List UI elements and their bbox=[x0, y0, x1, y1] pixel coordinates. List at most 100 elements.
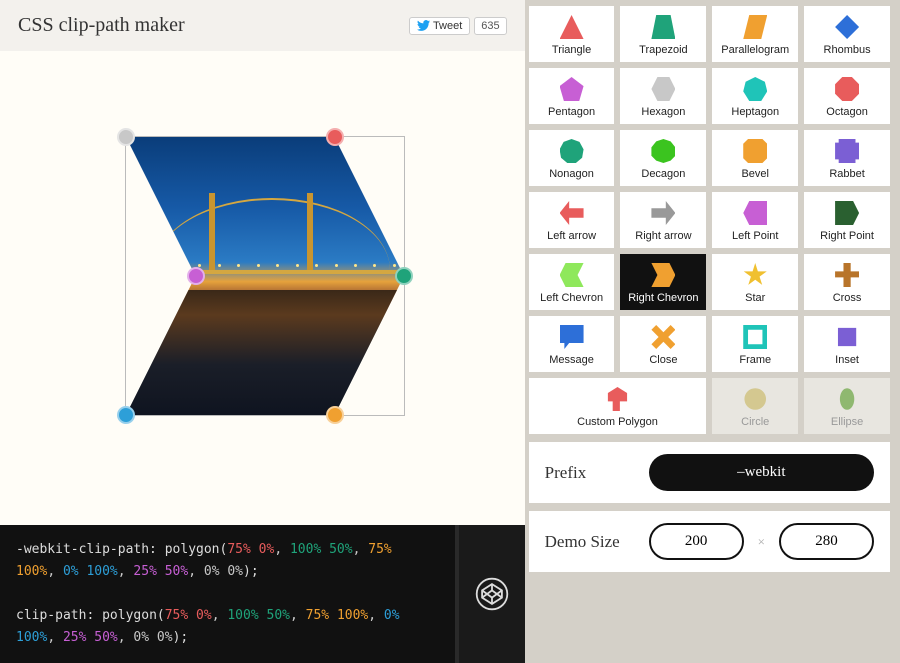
shape-left-chevron[interactable]: Left Chevron bbox=[529, 254, 615, 310]
trapezoid-icon bbox=[650, 14, 676, 40]
rhombus-icon bbox=[834, 14, 860, 40]
shape-label: Rhombus bbox=[824, 44, 871, 56]
clip-handle[interactable] bbox=[395, 267, 413, 285]
shape-label: Triangle bbox=[552, 44, 591, 56]
pentagon-icon bbox=[559, 76, 585, 102]
shape-left-arrow[interactable]: Left arrow bbox=[529, 192, 615, 248]
shape-label: Bevel bbox=[741, 168, 769, 180]
prefix-panel: Prefix –webkit bbox=[529, 442, 890, 503]
right-arrow-icon bbox=[650, 200, 676, 226]
clip-handle[interactable] bbox=[117, 128, 135, 146]
shape-label: Right Point bbox=[820, 230, 874, 242]
shape-decagon[interactable]: Decagon bbox=[620, 130, 706, 186]
demo-size-panel: Demo Size × bbox=[529, 511, 890, 572]
codepen-button[interactable] bbox=[455, 525, 525, 663]
shape-message[interactable]: Message bbox=[529, 316, 615, 372]
clip-handle[interactable] bbox=[326, 406, 344, 424]
shape-label: Left Chevron bbox=[540, 292, 603, 304]
left-arrow-icon bbox=[559, 200, 585, 226]
clip-bounding-box bbox=[125, 136, 405, 416]
parallelogram-icon bbox=[742, 14, 768, 40]
clip-handle[interactable] bbox=[326, 128, 344, 146]
clipped-image bbox=[126, 137, 404, 415]
demo-height-input[interactable] bbox=[779, 523, 874, 560]
shape-pentagon[interactable]: Pentagon bbox=[529, 68, 615, 124]
canvas[interactable] bbox=[0, 51, 525, 525]
shape-left-point[interactable]: Left Point bbox=[712, 192, 798, 248]
bevel-icon bbox=[742, 138, 768, 164]
shape-label: Cross bbox=[833, 292, 862, 304]
tweet-group: Tweet 635 bbox=[409, 17, 507, 35]
shape-triangle[interactable]: Triangle bbox=[529, 6, 615, 62]
shape-label: Close bbox=[649, 354, 677, 366]
shape-label: Rabbet bbox=[829, 168, 864, 180]
code-output[interactable]: -webkit-clip-path: polygon(75% 0%, 100% … bbox=[0, 525, 455, 663]
shape-label: Right Chevron bbox=[628, 292, 698, 304]
shape-circle: Circle bbox=[712, 378, 798, 434]
shape-label: Hexagon bbox=[641, 106, 685, 118]
frame-icon bbox=[742, 324, 768, 350]
shape-trapezoid[interactable]: Trapezoid bbox=[620, 6, 706, 62]
shape-heptagon[interactable]: Heptagon bbox=[712, 68, 798, 124]
ellipse-icon bbox=[834, 386, 860, 412]
inset-icon bbox=[834, 324, 860, 350]
shape-label: Octagon bbox=[826, 106, 868, 118]
cross-icon bbox=[834, 262, 860, 288]
shape-bevel[interactable]: Bevel bbox=[712, 130, 798, 186]
tweet-button[interactable]: Tweet bbox=[409, 17, 470, 35]
shape-custom-polygon[interactable]: Custom Polygon bbox=[529, 378, 707, 434]
triangle-icon bbox=[559, 14, 585, 40]
right-chevron-icon bbox=[650, 262, 676, 288]
shape-label: Circle bbox=[741, 416, 769, 428]
shape-label: Pentagon bbox=[548, 106, 595, 118]
demo-size-label: Demo Size bbox=[545, 532, 635, 552]
prefix-label: Prefix bbox=[545, 463, 635, 483]
shape-label: Left Point bbox=[732, 230, 778, 242]
shape-star[interactable]: Star bbox=[712, 254, 798, 310]
shape-label: Star bbox=[745, 292, 765, 304]
shape-right-point[interactable]: Right Point bbox=[804, 192, 890, 248]
demo-width-input[interactable] bbox=[649, 523, 744, 560]
clip-handle[interactable] bbox=[187, 267, 205, 285]
octagon-icon bbox=[834, 76, 860, 102]
shape-inset[interactable]: Inset bbox=[804, 316, 890, 372]
shape-label: Inset bbox=[835, 354, 859, 366]
shape-label: Heptagon bbox=[731, 106, 779, 118]
twitter-icon bbox=[417, 20, 430, 31]
shape-octagon[interactable]: Octagon bbox=[804, 68, 890, 124]
star-icon bbox=[742, 262, 768, 288]
shape-cross[interactable]: Cross bbox=[804, 254, 890, 310]
custom-polygon-icon bbox=[604, 386, 630, 412]
tweet-count: 635 bbox=[474, 17, 506, 35]
shape-close[interactable]: Close bbox=[620, 316, 706, 372]
shape-rhombus[interactable]: Rhombus bbox=[804, 6, 890, 62]
shape-label: Ellipse bbox=[831, 416, 863, 428]
right-point-icon bbox=[834, 200, 860, 226]
decagon-icon bbox=[650, 138, 676, 164]
prefix-value-button[interactable]: –webkit bbox=[649, 454, 874, 491]
shape-right-chevron[interactable]: Right Chevron bbox=[620, 254, 706, 310]
shape-label: Right arrow bbox=[635, 230, 691, 242]
left-chevron-icon bbox=[559, 262, 585, 288]
left-point-icon bbox=[742, 200, 768, 226]
header: CSS clip-path maker Tweet 635 bbox=[0, 0, 525, 51]
shape-nonagon[interactable]: Nonagon bbox=[529, 130, 615, 186]
rabbet-icon bbox=[834, 138, 860, 164]
nonagon-icon bbox=[559, 138, 585, 164]
page-title: CSS clip-path maker bbox=[18, 14, 185, 37]
shape-label: Left arrow bbox=[547, 230, 596, 242]
size-separator: × bbox=[758, 534, 765, 550]
shape-frame[interactable]: Frame bbox=[712, 316, 798, 372]
shape-right-arrow[interactable]: Right arrow bbox=[620, 192, 706, 248]
message-icon bbox=[559, 324, 585, 350]
close-icon bbox=[650, 324, 676, 350]
shape-parallelogram[interactable]: Parallelogram bbox=[712, 6, 798, 62]
shape-label: Trapezoid bbox=[639, 44, 688, 56]
shape-label: Nonagon bbox=[549, 168, 594, 180]
codepen-icon bbox=[474, 576, 510, 612]
shape-hexagon[interactable]: Hexagon bbox=[620, 68, 706, 124]
shape-rabbet[interactable]: Rabbet bbox=[804, 130, 890, 186]
shape-label: Decagon bbox=[641, 168, 685, 180]
clip-handle[interactable] bbox=[117, 406, 135, 424]
shape-ellipse: Ellipse bbox=[804, 378, 890, 434]
